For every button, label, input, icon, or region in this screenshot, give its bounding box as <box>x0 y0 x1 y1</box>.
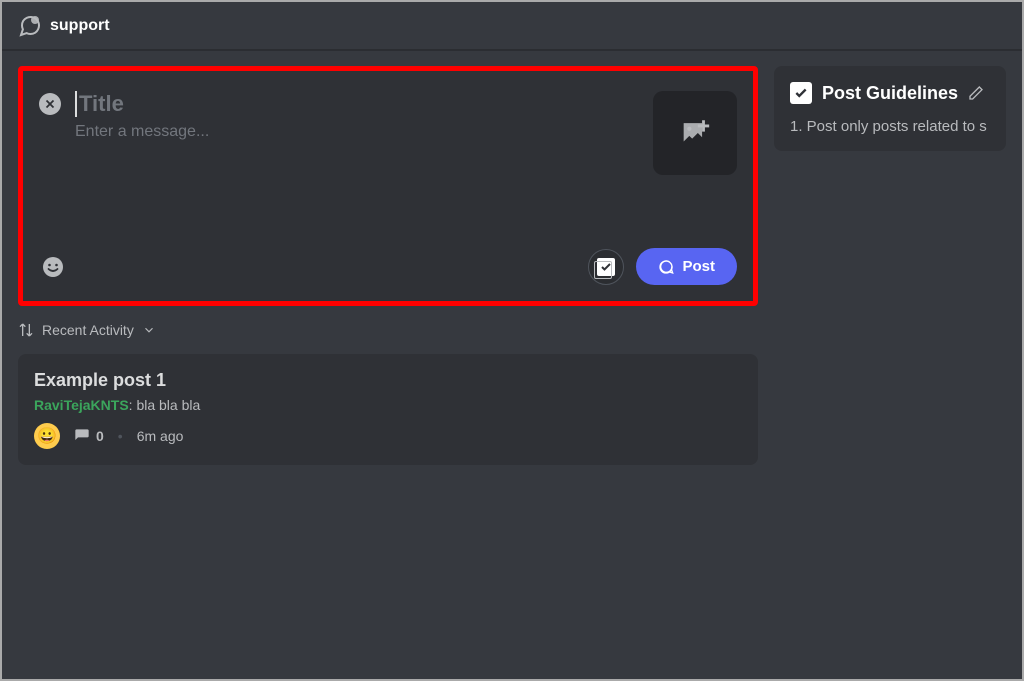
post-card-meta: RaviTejaKNTS: bla bla bla <box>34 397 742 413</box>
dot-separator: • <box>118 428 123 444</box>
post-message-input[interactable] <box>75 123 639 141</box>
compose-inputs <box>75 91 639 141</box>
emoji-picker-button[interactable] <box>39 253 67 281</box>
compose-top-row <box>39 91 737 175</box>
post-preview: bla bla bla <box>136 397 200 413</box>
compose-bottom-row: Post <box>39 248 737 285</box>
channel-header: support <box>2 2 1022 50</box>
guidelines-checklist-button[interactable] <box>588 249 624 285</box>
guidelines-header: Post Guidelines <box>790 82 990 104</box>
forum-channel-icon <box>18 14 42 38</box>
image-upload-button[interactable] <box>653 91 737 175</box>
chat-icon <box>658 259 674 275</box>
edit-pencil-icon[interactable] <box>968 85 984 101</box>
sort-label: Recent Activity <box>42 322 134 338</box>
post-button-label: Post <box>682 258 715 275</box>
post-title-input[interactable] <box>75 91 639 117</box>
forum-post-card[interactable]: Example post 1 RaviTejaKNTS: bla bla bla… <box>18 354 758 465</box>
reaction-emoji[interactable]: 😀 <box>34 423 60 449</box>
guidelines-title: Post Guidelines <box>822 83 958 104</box>
post-author: RaviTejaKNTS <box>34 397 129 413</box>
post-button[interactable]: Post <box>636 248 737 285</box>
post-card-title: Example post 1 <box>34 370 742 391</box>
post-guidelines-panel: Post Guidelines 1. Post only posts relat… <box>774 66 1006 151</box>
left-column: Post Recent Activity Example post 1 Ravi… <box>18 66 758 465</box>
close-compose-button[interactable] <box>39 93 61 115</box>
main-content: Post Recent Activity Example post 1 Ravi… <box>2 50 1022 481</box>
sort-arrows-icon <box>18 322 34 338</box>
right-column: Post Guidelines 1. Post only posts relat… <box>774 66 1006 465</box>
comment-count: 0 <box>74 428 104 444</box>
sort-dropdown[interactable]: Recent Activity <box>18 322 758 338</box>
post-stats-row: 😀 0 • 6m ago <box>34 423 742 449</box>
compose-post-box: Post <box>18 66 758 306</box>
post-time-ago: 6m ago <box>137 428 184 444</box>
channel-title: support <box>50 17 110 35</box>
checkbox-icon <box>790 82 812 104</box>
chevron-down-icon <box>142 323 156 337</box>
guidelines-text: 1. Post only posts related to s <box>790 118 990 135</box>
comment-icon <box>74 428 90 444</box>
